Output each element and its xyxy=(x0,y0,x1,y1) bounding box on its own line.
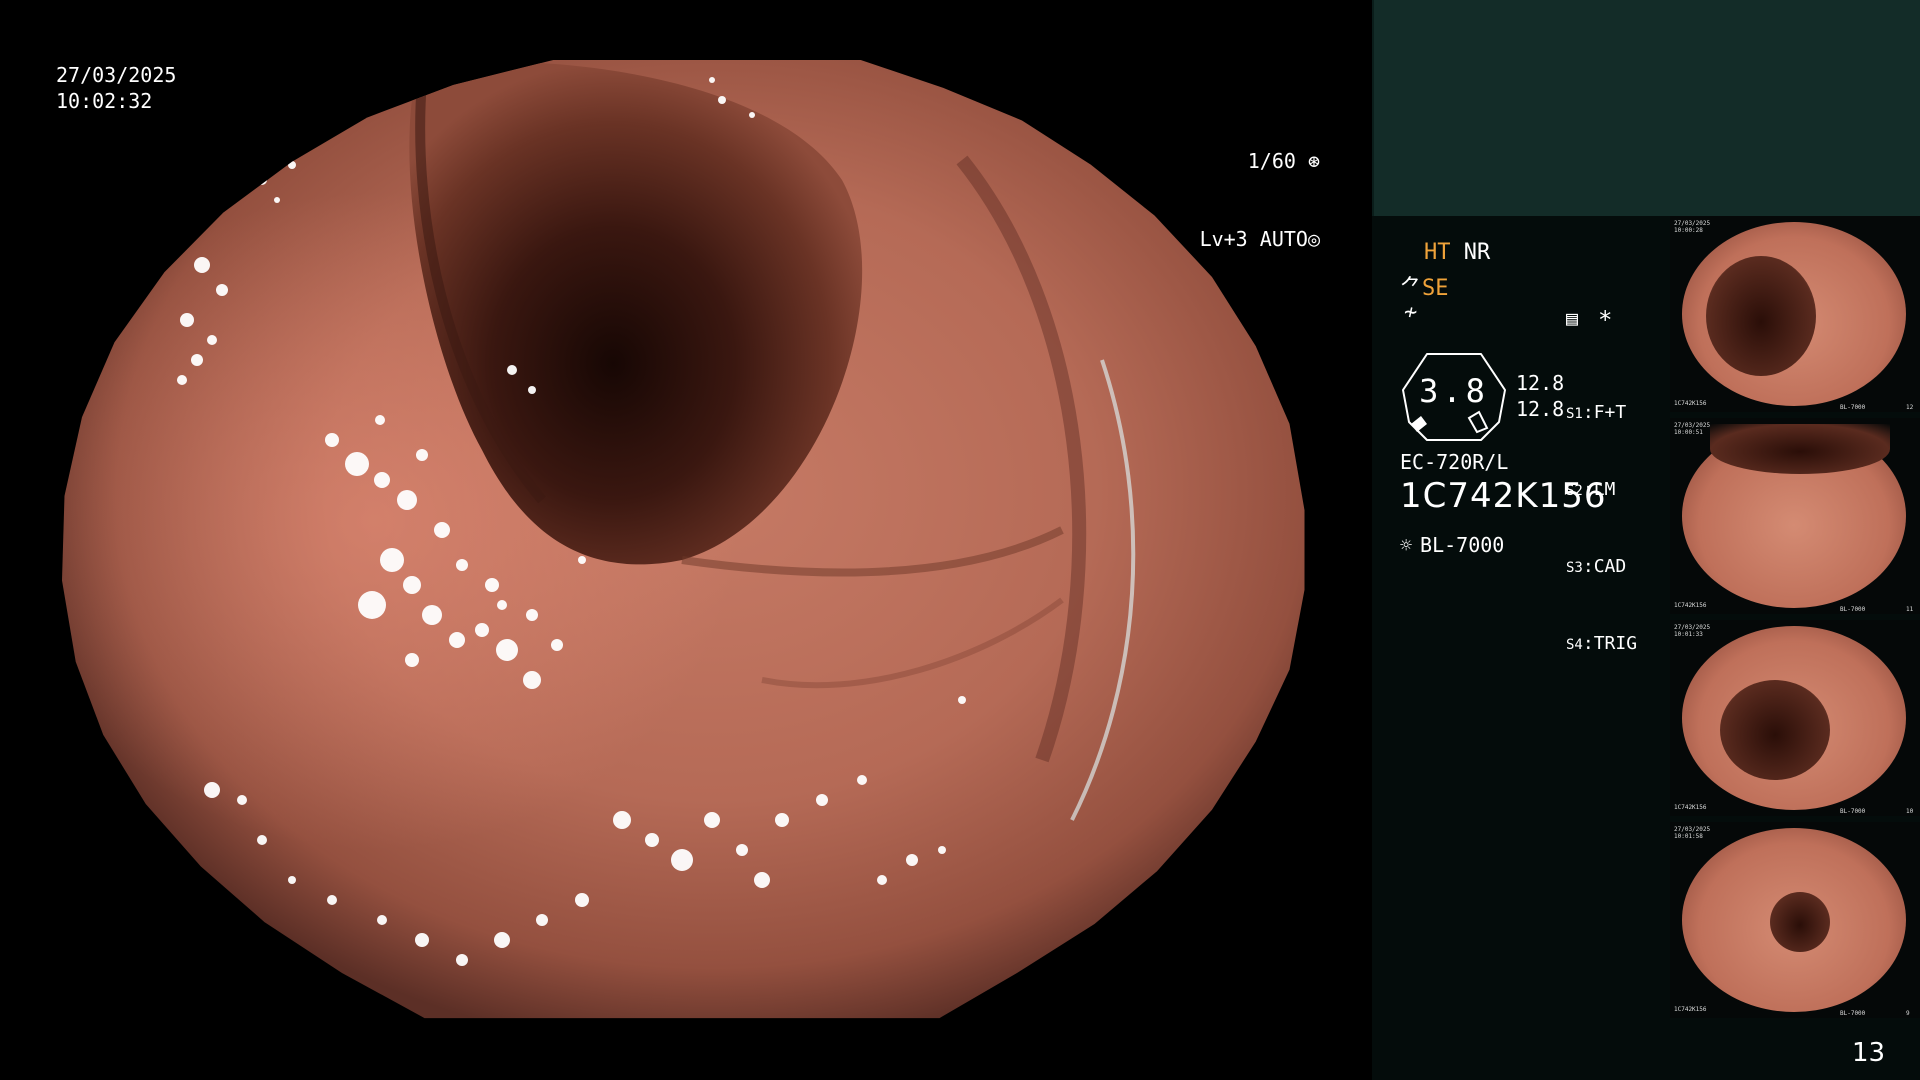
thumbnail[interactable]: 27/03/2025 10:01:33 1C742K156 BL-7000 10 xyxy=(1670,620,1920,816)
shutter-icon: ⊛ xyxy=(1295,149,1320,173)
enhance-icon: ⺈ xyxy=(1400,276,1423,301)
scope-switch-row: S4:TRIG xyxy=(1566,633,1638,654)
thumbnail-index: 10 xyxy=(1906,808,1914,815)
scope-model: EC-720R/L xyxy=(1400,450,1509,474)
nr-label: NR xyxy=(1463,240,1491,265)
scope-switch-row: S1:F+T xyxy=(1566,402,1627,423)
thumbnail[interactable]: 27/03/2025 10:01:58 1C742K156 BL-7000 9 xyxy=(1670,822,1920,1018)
switch-key: S3 xyxy=(1566,560,1583,576)
thumbnail-lumen xyxy=(1720,680,1830,780)
thumbnail-light: BL-7000 xyxy=(1840,1010,1866,1017)
thumbnail-datetime: 27/03/2025 10:01:58 xyxy=(1674,826,1710,840)
light-source-label: BL-7000 xyxy=(1420,533,1505,557)
switch-key: S4 xyxy=(1566,637,1583,653)
thumbnail-datetime: 27/03/2025 10:00:51 xyxy=(1674,422,1710,436)
star-indicator: * xyxy=(1598,306,1613,334)
thumb-date: 27/03/2025 xyxy=(1674,422,1711,429)
light-source: ☼ BL-7000 xyxy=(1400,533,1504,557)
iris-mode-text: AUTO xyxy=(1259,227,1308,251)
switch-value: F+T xyxy=(1593,402,1627,423)
thumbnail-lumen xyxy=(1770,892,1830,952)
se-label: SE xyxy=(1422,276,1449,301)
thumbnail-serial: 1C742K156 xyxy=(1674,1006,1707,1013)
gauge-side-values: 12.8 12.8 xyxy=(1516,370,1564,422)
thumbnail-serial: 1C742K156 xyxy=(1674,804,1707,811)
side-panel-header xyxy=(1372,0,1920,216)
lamp-icon: ☼ xyxy=(1400,533,1413,557)
side-panel: HT NR ⺈SE ≁ ▤ * 3.8 12.8 12.8 S1:F+T S2:L… xyxy=(1372,0,1920,1080)
thumb-date: 27/03/2025 xyxy=(1674,624,1711,631)
thumbnail-lumen xyxy=(1706,256,1816,376)
iris-row: Lv+3 AUTO◎ xyxy=(1120,226,1320,252)
exposure-overlay: 1/60 ⊛ Lv+3 AUTO◎ xyxy=(1120,96,1320,304)
page-number: 13 xyxy=(1852,1038,1886,1068)
gauge-side-value-1: 12.8 xyxy=(1516,371,1565,395)
scope-serial: 1C742K156 xyxy=(1400,476,1607,516)
thumbnail-datetime: 27/03/2025 10:00:28 xyxy=(1674,220,1710,234)
switch-value: TRIG xyxy=(1593,633,1638,654)
ht-label: HT xyxy=(1424,240,1451,265)
iris-icon: ◎ xyxy=(1307,227,1320,251)
se-row: ⺈SE xyxy=(1400,270,1449,302)
memory-icon: ▤ xyxy=(1566,306,1579,330)
zoom-gauge: 3.8 xyxy=(1399,352,1509,442)
thumb-date: 27/03/2025 xyxy=(1674,826,1711,833)
shutter-text: 1/60 xyxy=(1247,149,1296,173)
thumbnail-index: 9 xyxy=(1906,1010,1910,1017)
scope-switch-row: S3:CAD xyxy=(1566,556,1627,577)
thumbnail-index: 12 xyxy=(1906,404,1914,411)
iris-level-text: Lv+3 xyxy=(1199,227,1248,251)
thumbnail-datetime: 27/03/2025 10:01:33 xyxy=(1674,624,1710,638)
thumb-time: 10:00:28 xyxy=(1674,227,1703,234)
endoscope-main-view: 27/03/2025 10:02:32 1/60 ⊛ Lv+3 AUTO◎ xyxy=(0,0,1372,1080)
scope-switch-list: S1:F+T S2:LM S3:CAD S4:TRIG xyxy=(1566,350,1637,708)
gauge-value: 3.8 xyxy=(1419,372,1489,410)
thumbnail-lumen xyxy=(1710,424,1890,474)
thumb-date: 27/03/2025 xyxy=(1674,220,1711,227)
thumbnail-light: BL-7000 xyxy=(1840,808,1866,815)
switch-key: S1 xyxy=(1566,406,1583,422)
thumbnail-serial: 1C742K156 xyxy=(1674,400,1707,407)
thumbnail-light: BL-7000 xyxy=(1840,404,1866,411)
thumbnail-index: 11 xyxy=(1906,606,1914,613)
time-text: 10:02:32 xyxy=(56,89,153,113)
filter-icon: ≁ xyxy=(1404,300,1418,325)
thumb-time: 10:01:33 xyxy=(1674,631,1703,638)
thumbnail[interactable]: 27/03/2025 10:00:51 1C742K156 BL-7000 11 xyxy=(1670,418,1920,614)
shutter-row: 1/60 ⊛ xyxy=(1120,148,1320,174)
thumbnail[interactable]: 27/03/2025 10:00:28 1C742K156 BL-7000 12 xyxy=(1670,216,1920,412)
gauge-side-value-2: 12.8 xyxy=(1516,397,1565,421)
switch-value: CAD xyxy=(1593,556,1627,577)
thumbnail-serial: 1C742K156 xyxy=(1674,602,1707,609)
thumbnail-light: BL-7000 xyxy=(1840,606,1866,613)
ht-nr-row: HT NR xyxy=(1424,240,1490,265)
datetime-overlay: 27/03/2025 10:02:32 xyxy=(56,62,176,114)
thumb-time: 10:01:58 xyxy=(1674,833,1703,840)
date-text: 27/03/2025 xyxy=(56,63,177,87)
thumb-time: 10:00:51 xyxy=(1674,429,1703,436)
